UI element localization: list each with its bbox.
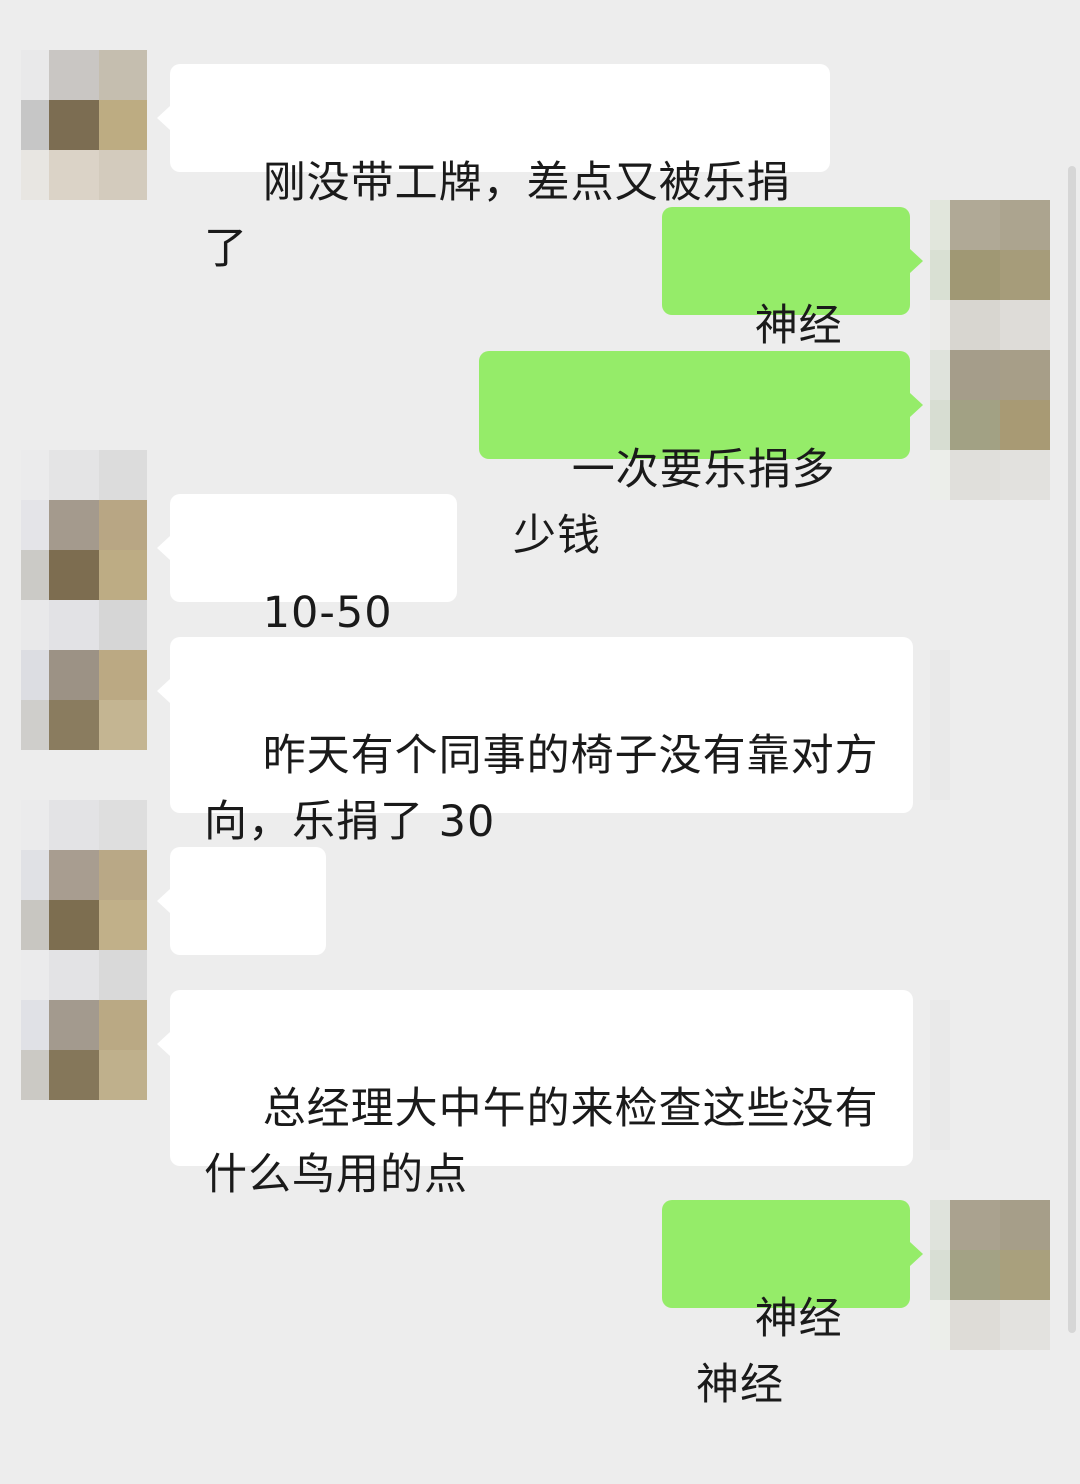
my-avatar[interactable]	[930, 1200, 1050, 1350]
contact-avatar[interactable]	[21, 950, 147, 1100]
chat-message-list[interactable]: 刚没带工牌，差点又被乐捐了 神经公司 一次要乐捐多少钱 10-50 不等 昨天有…	[0, 0, 1080, 1410]
blur-artifact	[930, 1000, 950, 1150]
message-text: 一次要乐捐多少钱	[513, 445, 836, 561]
message-text: 神经神经	[696, 1294, 843, 1410]
incoming-message-bubble[interactable]: 无语	[157, 847, 326, 1057]
incoming-message-bubble[interactable]: 10-50 不等	[157, 494, 457, 704]
incoming-message-bubble[interactable]: 总经理大中午的来检查这些没有什么鸟用的点	[157, 990, 913, 1200]
message-text: 昨天有个同事的椅子没有靠对方向，乐捐了 30	[204, 731, 879, 847]
incoming-message-bubble[interactable]: 昨天有个同事的椅子没有靠对方向，乐捐了 30	[157, 637, 913, 847]
my-avatar[interactable]	[930, 200, 1050, 350]
my-avatar[interactable]	[930, 350, 1050, 500]
outgoing-message-bubble[interactable]: 一次要乐捐多少钱	[479, 351, 923, 561]
blur-artifact	[930, 650, 950, 800]
outgoing-message-bubble[interactable]: 神经神经	[662, 1200, 923, 1410]
message-text: 总经理大中午的来检查这些没有什么鸟用的点	[204, 1084, 879, 1200]
outgoing-message-bubble[interactable]: 神经公司	[662, 207, 923, 417]
contact-avatar[interactable]	[21, 800, 147, 950]
contact-avatar[interactable]	[21, 450, 147, 600]
contact-avatar[interactable]	[21, 600, 147, 750]
incoming-message-bubble[interactable]: 刚没带工牌，差点又被乐捐了	[157, 64, 830, 274]
contact-avatar[interactable]	[21, 50, 147, 200]
chat-scrollbar[interactable]	[1068, 166, 1076, 1333]
